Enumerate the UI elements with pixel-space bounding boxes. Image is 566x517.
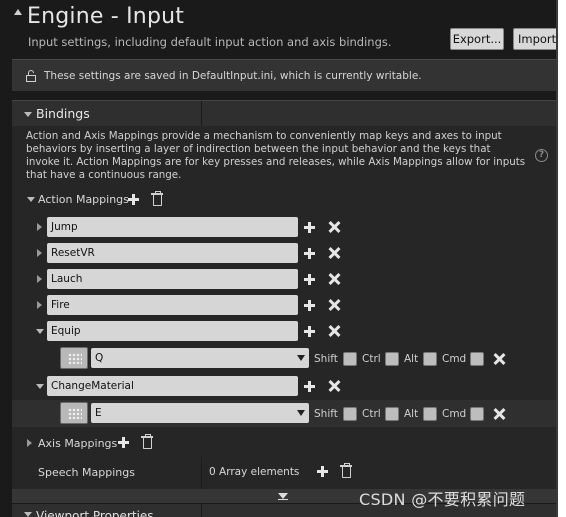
- add-key-resetvr-icon[interactable]: [304, 248, 315, 259]
- remove-resetvr-icon[interactable]: [328, 247, 340, 259]
- page-title: Engine - Input: [27, 3, 185, 29]
- add-speech-mapping-icon[interactable]: [317, 466, 328, 477]
- bindings-category-header[interactable]: Bindings: [12, 100, 556, 127]
- bindings-description: Action and Axis Mappings provide a mecha…: [26, 130, 526, 181]
- action-name-field-equip[interactable]: Equip: [47, 321, 298, 341]
- collapse-changematerial-icon[interactable]: [36, 384, 44, 389]
- cmd-checkbox[interactable]: [470, 407, 484, 421]
- remove-key-equip-icon[interactable]: [493, 353, 505, 365]
- remove-lauch-icon[interactable]: [328, 273, 340, 285]
- action-name-field-changematerial[interactable]: ChangeMaterial: [47, 376, 298, 396]
- viewport-properties-label: Viewport Properties: [36, 509, 154, 517]
- clear-speech-mappings-icon[interactable]: [340, 463, 352, 478]
- alt-checkbox[interactable]: [423, 407, 437, 421]
- import-button[interactable]: Import: [513, 28, 556, 50]
- alt-checkbox[interactable]: [423, 352, 437, 366]
- expand-resetvr-icon[interactable]: [37, 249, 42, 257]
- section-title-row[interactable]: Engine - Input: [14, 2, 184, 30]
- cmd-checkbox[interactable]: [470, 352, 484, 366]
- speech-mappings-count: 0 Array elements: [209, 466, 300, 478]
- expand-triangle-icon[interactable]: [24, 512, 32, 517]
- ctrl-label: Ctrl: [362, 408, 381, 420]
- action-mappings-expand-icon[interactable]: [27, 197, 35, 202]
- key-dropdown-value: E: [95, 407, 102, 419]
- remove-equip-icon[interactable]: [328, 325, 340, 337]
- speech-mappings-label: Speech Mappings: [38, 466, 135, 479]
- add-key-changematerial-icon[interactable]: [304, 381, 315, 392]
- axis-mappings-label: Axis Mappings: [38, 437, 118, 450]
- axis-mappings-expand-icon[interactable]: [27, 439, 32, 447]
- ctrl-checkbox[interactable]: [385, 407, 399, 421]
- bindings-label: Bindings: [36, 106, 90, 121]
- action-name-field-resetvr[interactable]: ResetVR: [47, 243, 298, 263]
- expand-fire-icon[interactable]: [37, 301, 42, 309]
- column-divider[interactable]: [201, 457, 202, 489]
- remove-fire-icon[interactable]: [328, 299, 340, 311]
- remove-key-changematerial-icon[interactable]: [493, 408, 505, 420]
- watermark: CSDN @不要积累问题: [359, 490, 526, 509]
- column-divider[interactable]: [201, 101, 202, 127]
- action-name-field-jump[interactable]: Jump: [47, 217, 298, 237]
- page-subtitle: Input settings, including default input …: [28, 35, 392, 49]
- notice-text: These settings are saved in DefaultInput…: [44, 69, 422, 82]
- shift-label: Shift: [314, 353, 338, 365]
- add-key-jump-icon[interactable]: [304, 222, 315, 233]
- remove-changematerial-icon[interactable]: [328, 380, 340, 392]
- expand-jump-icon[interactable]: [37, 223, 42, 231]
- collapse-triangle-icon[interactable]: [14, 9, 22, 15]
- key-dropdown-changematerial[interactable]: E: [91, 403, 309, 423]
- collapse-equip-icon[interactable]: [36, 329, 44, 334]
- action-name-field-lauch[interactable]: Lauch: [47, 269, 298, 289]
- shift-checkbox[interactable]: [343, 352, 357, 366]
- cmd-label: Cmd: [442, 353, 467, 365]
- add-key-lauch-icon[interactable]: [304, 274, 315, 285]
- chevron-down-icon: [297, 410, 305, 416]
- help-icon[interactable]: ?: [535, 149, 548, 162]
- add-action-mapping-icon[interactable]: [128, 194, 139, 205]
- details-panel: Engine - Input Input settings, including…: [0, 0, 556, 517]
- keyboard-key-selector-icon[interactable]: [60, 402, 88, 424]
- alt-label: Alt: [404, 408, 419, 420]
- keyboard-key-selector-icon[interactable]: [60, 347, 88, 369]
- window-edge: [556, 0, 566, 517]
- add-axis-mapping-icon[interactable]: [118, 437, 129, 448]
- expand-lauch-icon[interactable]: [37, 275, 42, 283]
- shift-label: Shift: [314, 408, 338, 420]
- ctrl-label: Ctrl: [362, 353, 381, 365]
- column-divider[interactable]: [201, 504, 202, 517]
- shift-checkbox[interactable]: [343, 407, 357, 421]
- key-dropdown-value: Q: [95, 352, 104, 364]
- cmd-label: Cmd: [442, 408, 467, 420]
- config-notice: These settings are saved in DefaultInput…: [12, 59, 556, 91]
- action-name-field-fire[interactable]: Fire: [47, 295, 298, 315]
- remove-jump-icon[interactable]: [328, 221, 340, 233]
- ctrl-checkbox[interactable]: [385, 352, 399, 366]
- action-mappings-label: Action Mappings: [38, 193, 129, 206]
- chevron-down-icon: [297, 355, 305, 361]
- key-dropdown-equip[interactable]: Q: [91, 348, 309, 368]
- add-key-fire-icon[interactable]: [304, 300, 315, 311]
- clear-axis-mappings-icon[interactable]: [141, 434, 153, 449]
- expand-triangle-icon[interactable]: [24, 112, 32, 117]
- unlock-icon: [26, 69, 36, 82]
- add-key-equip-icon[interactable]: [304, 326, 315, 337]
- export-button[interactable]: Export...: [450, 28, 504, 50]
- alt-label: Alt: [404, 353, 419, 365]
- clear-action-mappings-icon[interactable]: [151, 191, 163, 206]
